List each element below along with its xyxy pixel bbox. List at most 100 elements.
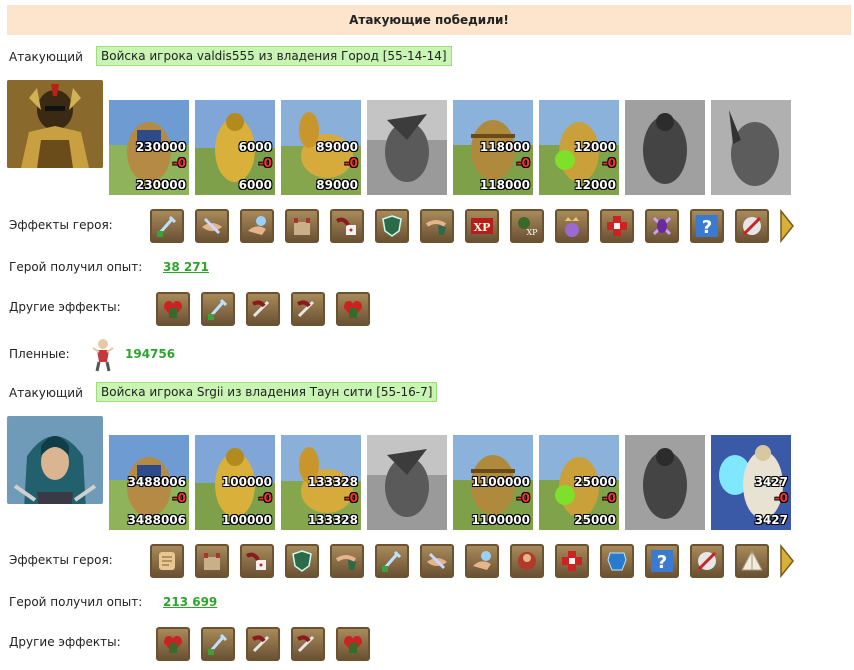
unit-slot[interactable]: 3427 -0 3427 bbox=[711, 435, 791, 530]
sword-hand-icon[interactable] bbox=[291, 292, 325, 326]
svg-text:?: ? bbox=[657, 552, 667, 573]
exp-value-link[interactable]: 38 271 bbox=[163, 260, 209, 274]
unit-loss: -0 bbox=[172, 156, 186, 170]
hero-effects-label: Эффекты героя: bbox=[9, 218, 113, 232]
unit-loss: -0 bbox=[774, 491, 788, 505]
crossed-rune-icon[interactable] bbox=[735, 209, 769, 243]
handshake-shield-icon[interactable] bbox=[420, 209, 454, 243]
sword-hand-icon[interactable] bbox=[291, 627, 325, 661]
sword-icon[interactable] bbox=[201, 292, 235, 326]
unit-count: 89000 bbox=[316, 140, 358, 154]
other-effects-label: Другие эффекты: bbox=[9, 635, 121, 649]
dice-hand-icon[interactable] bbox=[240, 544, 274, 578]
xp-warrior-icon[interactable]: XP bbox=[510, 209, 544, 243]
unit-slot[interactable]: 133328 -0 133328 bbox=[281, 435, 361, 530]
scroll-right-arrow-icon[interactable] bbox=[780, 209, 794, 243]
question-icon[interactable]: ? bbox=[690, 209, 724, 243]
crown-warrior-icon[interactable] bbox=[555, 209, 589, 243]
unit-loss: -0 bbox=[258, 491, 272, 505]
unit-count-after: 100000 bbox=[221, 513, 272, 527]
blue-armor-icon[interactable] bbox=[600, 544, 634, 578]
question-icon[interactable]: ? bbox=[645, 544, 679, 578]
unit-slot[interactable] bbox=[367, 435, 447, 530]
unit-count: 25000 bbox=[574, 475, 616, 489]
dice-hand-icon[interactable] bbox=[330, 209, 364, 243]
unit-loss: -0 bbox=[602, 156, 616, 170]
handshake-icon[interactable] bbox=[420, 544, 454, 578]
scroll-right-arrow-icon[interactable] bbox=[780, 544, 794, 578]
hero-portrait[interactable] bbox=[7, 80, 103, 168]
attacker-label: Атакующий bbox=[9, 50, 83, 64]
unit-loss: -0 bbox=[258, 156, 272, 170]
fortress-icon[interactable] bbox=[285, 209, 319, 243]
heart-warrior-icon[interactable] bbox=[336, 627, 370, 661]
tent-icon[interactable] bbox=[735, 544, 769, 578]
svg-text:XP: XP bbox=[526, 228, 538, 237]
exp-value-link[interactable]: 213 699 bbox=[163, 595, 217, 609]
unit-count-after: 89000 bbox=[316, 178, 358, 192]
fortress-icon[interactable] bbox=[195, 544, 229, 578]
unit-count-after: 6000 bbox=[238, 178, 272, 192]
army-title: Войска игрока valdis555 из владения Горо… bbox=[96, 46, 452, 66]
red-warrior-icon[interactable] bbox=[510, 544, 544, 578]
unit-slot[interactable] bbox=[711, 100, 791, 195]
unit-count: 133328 bbox=[307, 475, 358, 489]
army-title: Войска игрока Srgii из владения Таун сит… bbox=[96, 382, 438, 402]
unit-loss: -0 bbox=[516, 491, 530, 505]
unit-slot[interactable]: 1100000 -0 1100000 bbox=[453, 435, 533, 530]
unit-count: 3427 bbox=[754, 475, 788, 489]
unit-count-after: 25000 bbox=[574, 513, 616, 527]
purple-warrior-icon[interactable] bbox=[645, 209, 679, 243]
unit-loss: -0 bbox=[344, 156, 358, 170]
unit-loss: -0 bbox=[602, 491, 616, 505]
hero-portrait[interactable] bbox=[7, 416, 103, 504]
unit-count-after: 3427 bbox=[754, 513, 788, 527]
unit-slot[interactable]: 100000 -0 100000 bbox=[195, 435, 275, 530]
shield-icon[interactable] bbox=[285, 544, 319, 578]
red-cross-icon[interactable] bbox=[555, 544, 589, 578]
handshake-icon[interactable] bbox=[195, 209, 229, 243]
other-effects-label: Другие эффекты: bbox=[9, 300, 121, 314]
unit-count: 12000 bbox=[574, 140, 616, 154]
sword-icon[interactable] bbox=[375, 544, 409, 578]
unit-slot[interactable] bbox=[625, 435, 705, 530]
sword-hand-icon[interactable] bbox=[246, 627, 280, 661]
magic-hand-icon[interactable] bbox=[240, 209, 274, 243]
xp-icon[interactable]: XP bbox=[465, 209, 499, 243]
prisoners-label: Пленные: bbox=[9, 347, 70, 361]
unit-slot[interactable]: 118000 -0 118000 bbox=[453, 100, 533, 195]
crossed-rune-icon[interactable] bbox=[690, 544, 724, 578]
heart-warrior-icon[interactable] bbox=[156, 292, 190, 326]
unit-count-after: 133328 bbox=[307, 513, 358, 527]
sword-icon[interactable] bbox=[150, 209, 184, 243]
heart-warrior-icon[interactable] bbox=[336, 292, 370, 326]
svg-text:?: ? bbox=[702, 217, 712, 238]
scroll-icon[interactable] bbox=[150, 544, 184, 578]
unit-slot[interactable]: 3488006 -0 3488006 bbox=[109, 435, 189, 530]
unit-slot[interactable] bbox=[367, 100, 447, 195]
unit-slot[interactable] bbox=[625, 100, 705, 195]
magic-hand-icon[interactable] bbox=[465, 544, 499, 578]
unit-count-after: 12000 bbox=[574, 178, 616, 192]
unit-count: 6000 bbox=[238, 140, 272, 154]
sword-icon[interactable] bbox=[201, 627, 235, 661]
svg-text:XP: XP bbox=[474, 221, 491, 234]
battle-result-banner: Атакующие победили! bbox=[7, 5, 851, 35]
attacker-label: Атакующий bbox=[9, 386, 83, 400]
unit-loss: -0 bbox=[516, 156, 530, 170]
exp-label: Герой получил опыт: bbox=[9, 595, 143, 609]
heart-warrior-icon[interactable] bbox=[156, 627, 190, 661]
unit-slot[interactable]: 6000 -0 6000 bbox=[195, 100, 275, 195]
unit-slot[interactable]: 25000 -0 25000 bbox=[539, 435, 619, 530]
unit-slot[interactable]: 12000 -0 12000 bbox=[539, 100, 619, 195]
unit-slot[interactable]: 230000 -0 230000 bbox=[109, 100, 189, 195]
unit-count-after: 3488006 bbox=[127, 513, 186, 527]
unit-count: 100000 bbox=[221, 475, 272, 489]
red-cross-icon[interactable] bbox=[600, 209, 634, 243]
handshake-shield-icon[interactable] bbox=[330, 544, 364, 578]
shield-icon[interactable] bbox=[375, 209, 409, 243]
unit-slot[interactable]: 89000 -0 89000 bbox=[281, 100, 361, 195]
prisoner-icon bbox=[92, 339, 114, 372]
unit-count-after: 1100000 bbox=[471, 513, 530, 527]
sword-hand-icon[interactable] bbox=[246, 292, 280, 326]
